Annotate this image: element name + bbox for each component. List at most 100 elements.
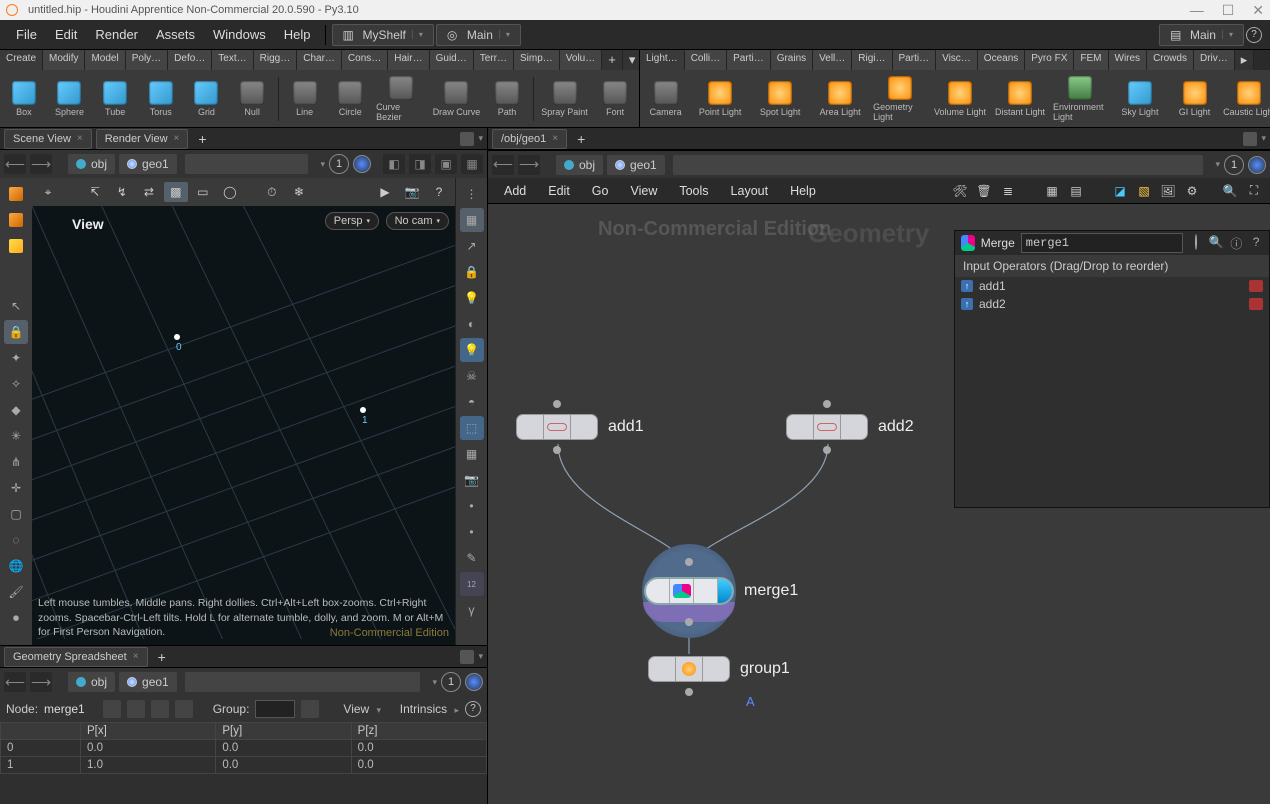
shelf-set-dropdown[interactable]: ▥ MyShelf ▾ (332, 24, 434, 46)
path-history-button[interactable]: ▾ (320, 159, 325, 170)
close-icon[interactable]: × (77, 133, 83, 144)
net-icon-trash[interactable]: 🗑 (974, 182, 994, 200)
net-menu-go[interactable]: Go (582, 180, 619, 202)
help-button[interactable]: ? (465, 701, 481, 717)
param-input-row[interactable]: ↑ add2 (955, 295, 1269, 313)
take-indicator[interactable] (353, 155, 371, 173)
shelf-tab[interactable]: Vell… (813, 50, 852, 70)
vp-mode-8[interactable]: ❄ (287, 182, 311, 202)
tool-tube[interactable]: Tube (95, 81, 135, 117)
reorder-icon[interactable]: ↑ (961, 280, 973, 292)
tool-gi-light[interactable]: GI Light (1173, 81, 1216, 117)
tab-add-button[interactable]: + (192, 131, 212, 147)
align-tool[interactable]: ⋔ (4, 450, 28, 474)
net-icon-expand[interactable]: ⛶ (1244, 182, 1264, 200)
vp-mode-7[interactable]: ⏱ (260, 182, 284, 202)
display-bulb[interactable]: 💡 (460, 338, 484, 362)
tool-box[interactable]: Box (4, 81, 44, 117)
select-object-tool[interactable] (4, 182, 28, 206)
net-icon-image[interactable]: 🖼 (1158, 182, 1178, 200)
tool-draw-curve[interactable]: Draw Curve (432, 81, 482, 117)
tool-circle[interactable]: Circle (330, 81, 370, 117)
display-lock[interactable]: 🔒 (460, 260, 484, 284)
display-toggle-a[interactable]: • (460, 494, 484, 518)
nav-fwd-button[interactable]: ⟶ (30, 672, 52, 692)
menu-file[interactable]: File (8, 23, 45, 46)
tool-camera[interactable]: Camera (644, 81, 687, 117)
tool-spray-paint[interactable]: Spray Paint (540, 81, 590, 117)
tool-distant-light[interactable]: Distant Light (993, 81, 1047, 117)
shelf-tab[interactable]: Colli… (685, 50, 727, 70)
col-py[interactable]: P[y] (216, 723, 351, 740)
display-person[interactable]: ☠ (460, 364, 484, 388)
net-menu-add[interactable]: Add (494, 180, 536, 202)
tool-line[interactable]: Line (285, 81, 325, 117)
node-group1[interactable]: group1 (648, 656, 790, 682)
shelf-tab[interactable]: Parti… (893, 50, 937, 70)
col-pz[interactable]: P[z] (351, 723, 486, 740)
tool-sphere[interactable]: Sphere (50, 81, 90, 117)
net-menu-tools[interactable]: Tools (669, 180, 718, 202)
viewport-3d[interactable]: View Persp▾ No cam▾ 0 1 Left mouse tumbl… (32, 206, 455, 645)
display-toggle-c[interactable]: ✎ (460, 546, 484, 570)
display-cam[interactable]: 📷 (460, 468, 484, 492)
shelf-tab[interactable]: Char… (297, 50, 342, 70)
shelf-tab[interactable]: Light… (640, 50, 685, 70)
search-icon[interactable]: 🔍 (1209, 235, 1224, 251)
take-indicator[interactable] (1248, 156, 1266, 174)
tool-caustic-light[interactable]: Caustic Light (1222, 81, 1270, 117)
attr-class-points[interactable] (103, 700, 121, 718)
vp-mode-1[interactable]: ↸ (83, 182, 107, 202)
net-icon-grid1[interactable]: ▦ (1042, 182, 1062, 200)
shelf-tab[interactable]: Wires (1109, 50, 1148, 70)
path-crumb-geo1[interactable]: geo1 (607, 155, 665, 175)
menu-windows[interactable]: Windows (205, 23, 274, 46)
net-icon-gear[interactable]: ⚙ (1182, 182, 1202, 200)
shelf-tab[interactable]: Pyro FX (1025, 50, 1074, 70)
net-menu-view[interactable]: View (620, 180, 667, 202)
select-prim-tool[interactable] (4, 208, 28, 232)
tab-add-button[interactable]: + (571, 131, 591, 147)
lock-tool[interactable]: 🔒 (4, 320, 28, 344)
desktop2-dropdown[interactable]: ▤ Main ▾ (1159, 24, 1244, 46)
delete-input-button[interactable] (1249, 280, 1263, 292)
panel-float-button[interactable] (460, 132, 474, 146)
snap-curve-tool[interactable]: ✧ (4, 372, 28, 396)
attr-class-detail[interactable] (175, 700, 193, 718)
net-icon-sticky[interactable]: ◪ (1110, 182, 1130, 200)
shelf-tab[interactable]: Text… (212, 50, 253, 70)
tool-curve-bezier[interactable]: Curve Bezier (376, 76, 426, 122)
panel-float-button[interactable] (1243, 132, 1257, 146)
maximize-button[interactable]: ☐ (1222, 2, 1235, 19)
take-indicator[interactable] (465, 673, 483, 691)
panel-menu-button[interactable]: ▾ (1261, 133, 1266, 144)
desktop-dropdown[interactable]: ◎ Main ▾ (436, 24, 521, 46)
path-crumb-geo1[interactable]: geo1 (119, 672, 177, 692)
tool-area-light[interactable]: Area Light (813, 81, 867, 117)
display-points[interactable]: ⋮ (460, 182, 484, 206)
path-crumb-obj[interactable]: obj (68, 154, 115, 174)
attr-class-verts[interactable] (127, 700, 145, 718)
shelf-tab[interactable]: Cons… (342, 50, 388, 70)
tool-torus[interactable]: Torus (141, 81, 181, 117)
vp-snapshot-button[interactable]: 📷 (400, 182, 424, 202)
net-menu-help[interactable]: Help (780, 180, 826, 202)
tab-geometry-spreadsheet[interactable]: Geometry Spreadsheet× (4, 647, 148, 667)
tab-scene-view[interactable]: Scene View× (4, 129, 92, 149)
display-opt-3[interactable]: ▣ (435, 154, 457, 174)
path-history-button[interactable]: ▾ (1215, 159, 1220, 170)
shelf-tab[interactable]: Hair… (388, 50, 429, 70)
menu-render[interactable]: Render (87, 23, 146, 46)
path-crumb-obj[interactable]: obj (68, 672, 115, 692)
panel-menu-button[interactable]: ▾ (478, 133, 483, 144)
vp-help-button[interactable]: ? (427, 182, 451, 202)
shelf-tab[interactable]: Model (85, 50, 125, 70)
node-name-input[interactable] (1021, 233, 1183, 253)
reorder-icon[interactable]: ↑ (961, 298, 973, 310)
nav-back-button[interactable]: ⟵ (492, 155, 514, 175)
shelf-tab[interactable]: Oceans (978, 50, 1025, 70)
tool-geometry-light[interactable]: Geometry Light (873, 76, 927, 122)
view-dropdown[interactable]: View ▾ (343, 702, 381, 716)
arrow-tool[interactable]: ↖ (4, 294, 28, 318)
record-tool[interactable]: ⏺ (4, 606, 28, 630)
